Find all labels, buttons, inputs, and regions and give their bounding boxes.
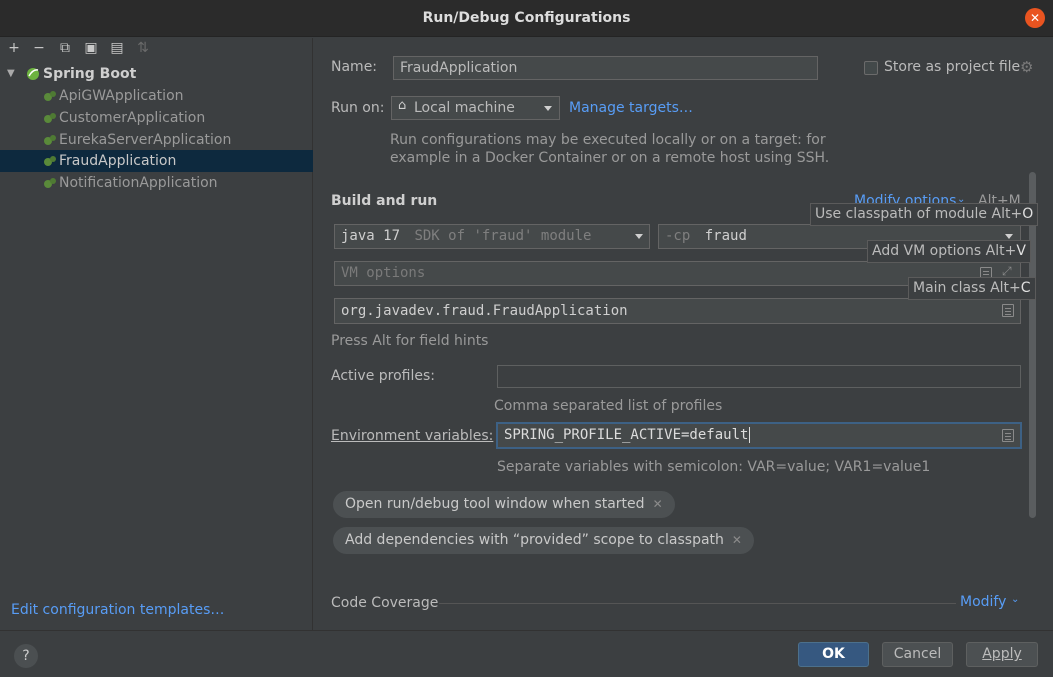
run-on-hint-line-2: example in a Docker Container or on a re…: [390, 150, 830, 166]
run-on-label: Run on:: [331, 100, 385, 116]
vm-options-tooltip: Add VM options Alt+V: [867, 240, 1031, 263]
tree-item-eureka[interactable]: EurekaServerApplication: [0, 129, 313, 151]
chevron-down-icon: [635, 234, 643, 239]
ok-button[interactable]: OK: [798, 642, 869, 667]
chevron-down-icon: [544, 106, 552, 111]
save-icon[interactable]: ▣: [83, 40, 99, 56]
tree-group-spring-boot[interactable]: ▼ Spring Boot: [0, 63, 313, 85]
tree-item-label: NotificationApplication: [59, 175, 218, 191]
classpath-value: fraud: [704, 228, 747, 244]
dialog-footer: ? OK Cancel Apply: [0, 630, 1053, 677]
title-bar: Run/Debug Configurations ✕: [0, 0, 1053, 37]
tooltip-text: Main class Alt+: [913, 280, 1021, 296]
tree-item-label: CustomerApplication: [59, 110, 206, 126]
tree-item-label: ApiGWApplication: [59, 88, 184, 104]
browse-main-class-icon[interactable]: [1002, 304, 1014, 317]
spring-app-icon: [44, 178, 56, 188]
code-coverage-label: Code Coverage: [331, 595, 439, 611]
store-project-file-checkbox[interactable]: [864, 61, 878, 75]
env-variables-label: Environment variables:: [331, 428, 494, 444]
tree-item-label: EurekaServerApplication: [59, 132, 232, 148]
coverage-modify-link[interactable]: Modify: [960, 594, 1006, 610]
chevron-down-icon: ⌄: [1011, 594, 1020, 605]
edit-templates-link[interactable]: Edit configuration templates…: [11, 602, 224, 618]
name-input[interactable]: FraudApplication: [393, 56, 818, 80]
home-icon: ⌂: [398, 98, 407, 113]
tooltip-text: Use classpath of module Alt+: [815, 206, 1023, 222]
edit-env-variables-icon[interactable]: [1002, 429, 1014, 442]
classpath-tooltip: Use classpath of module Alt+O: [810, 203, 1039, 226]
run-on-value: Local machine: [414, 100, 515, 116]
chip-label: Add dependencies with “provided” scope t…: [345, 532, 724, 548]
spring-boot-icon: [27, 68, 39, 80]
tree-item-apigw[interactable]: ApiGWApplication: [0, 85, 313, 107]
classpath-prefix: -cp: [665, 228, 691, 244]
chevron-down-icon: [1005, 234, 1013, 239]
active-profiles-hint: Comma separated list of profiles: [494, 398, 723, 414]
add-icon[interactable]: +: [6, 40, 22, 56]
spring-app-icon: [44, 91, 56, 101]
spring-app-icon: [44, 113, 56, 123]
manage-targets-link[interactable]: Manage targets…: [569, 100, 693, 116]
main-class-input[interactable]: org.javadev.fraud.FraudApplication: [334, 298, 1021, 324]
tree-item-label: FraudApplication: [59, 153, 177, 169]
remove-icon[interactable]: −: [31, 40, 47, 56]
spring-app-icon: [44, 156, 56, 166]
apply-button[interactable]: Apply: [966, 642, 1038, 667]
close-icon[interactable]: ✕: [732, 533, 742, 547]
text-cursor: [749, 427, 751, 443]
sdk-value: java 17: [341, 228, 401, 244]
tree-item-fraud[interactable]: FraudApplication: [0, 150, 313, 172]
run-on-hint-line-1: Run configurations may be executed local…: [390, 132, 826, 148]
chevron-down-icon[interactable]: ▼: [7, 63, 15, 85]
window-title: Run/Debug Configurations: [422, 10, 631, 26]
tooltip-key: V: [1016, 243, 1026, 259]
spring-app-icon: [44, 135, 56, 145]
store-project-file-label: Store as project file: [884, 59, 1021, 75]
help-button[interactable]: ?: [14, 644, 38, 668]
sdk-hint: SDK of 'fraud' module: [414, 228, 592, 244]
sidebar-toolbar: + − ⧉ ▣ ▤ ⇅: [0, 38, 313, 60]
sdk-select[interactable]: java 17 SDK of 'fraud' module: [334, 224, 650, 249]
open-tool-window-chip[interactable]: Open run/debug tool window when started ✕: [333, 491, 675, 518]
provided-scope-chip[interactable]: Add dependencies with “provided” scope t…: [333, 527, 754, 554]
cancel-button[interactable]: Cancel: [882, 642, 953, 667]
env-variables-input[interactable]: SPRING_PROFILE_ACTIVE=default: [496, 422, 1022, 449]
configuration-form: Name: FraudApplication Store as project …: [314, 38, 1053, 630]
close-icon[interactable]: ✕: [1025, 8, 1045, 28]
new-folder-icon[interactable]: ▤: [109, 40, 125, 56]
main-class-value: org.javadev.fraud.FraudApplication: [341, 303, 628, 319]
main-class-tooltip: Main class Alt+C: [908, 277, 1036, 300]
env-variables-hint: Separate variables with semicolon: VAR=v…: [497, 459, 931, 475]
tree-item-notification[interactable]: NotificationApplication: [0, 172, 313, 194]
tree-group-label: Spring Boot: [43, 66, 137, 82]
field-hints-note: Press Alt for field hints: [331, 333, 489, 349]
tooltip-text: Add VM options Alt+: [872, 243, 1017, 259]
tooltip-key: O: [1022, 206, 1034, 222]
build-and-run-heading: Build and run: [331, 193, 438, 209]
sort-icon[interactable]: ⇅: [135, 40, 151, 56]
configurations-sidebar: + − ⧉ ▣ ▤ ⇅ ▼ Spring Boot ApiGWApplicati…: [0, 38, 313, 630]
tooltip-key: C: [1020, 280, 1031, 296]
divider: [439, 603, 956, 604]
env-variables-value: SPRING_PROFILE_ACTIVE=default: [504, 427, 749, 443]
active-profiles-input[interactable]: [497, 365, 1021, 388]
tree-item-customer[interactable]: CustomerApplication: [0, 107, 313, 129]
copy-icon[interactable]: ⧉: [57, 40, 73, 56]
name-label: Name:: [331, 59, 378, 75]
active-profiles-label: Active profiles:: [331, 368, 435, 384]
close-icon[interactable]: ✕: [653, 497, 663, 511]
gear-icon[interactable]: ⚙: [1020, 58, 1033, 76]
chip-label: Open run/debug tool window when started: [345, 496, 645, 512]
vm-options-placeholder: VM options: [341, 265, 426, 281]
run-on-select[interactable]: Local machine: [391, 96, 560, 120]
